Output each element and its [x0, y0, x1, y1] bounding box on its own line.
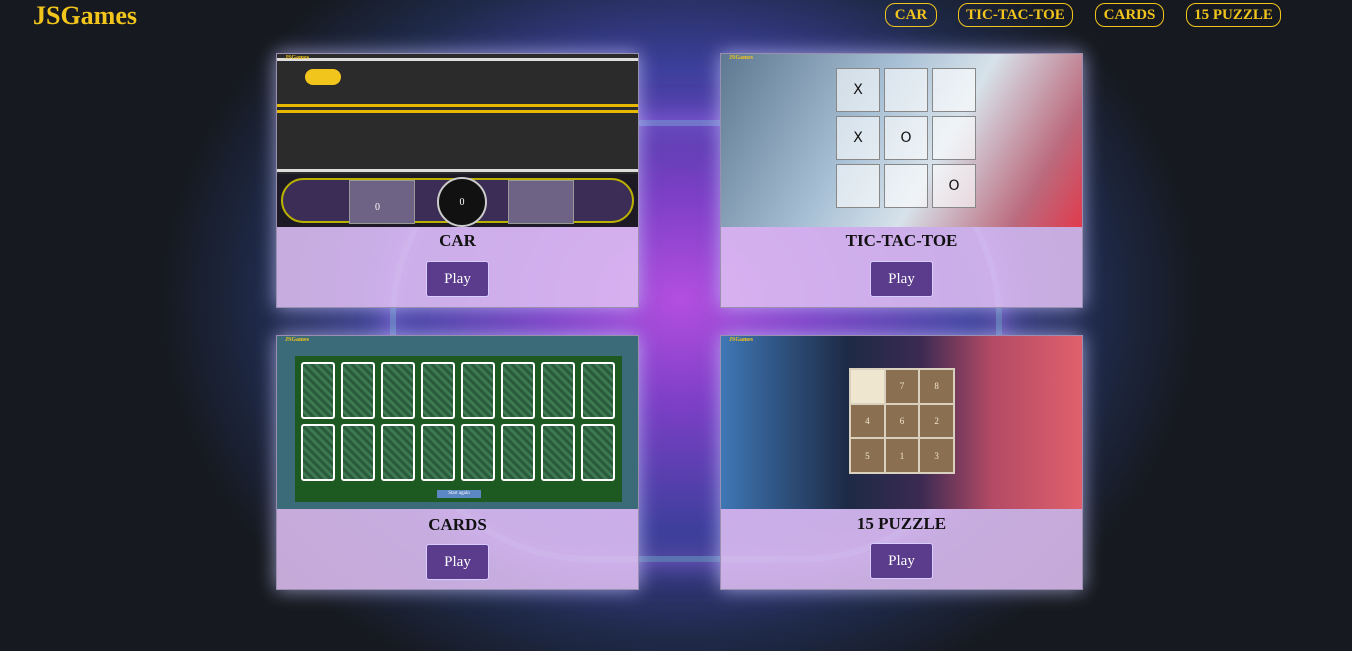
- play-car-button[interactable]: Play: [426, 261, 489, 297]
- car-dashboard: 0 0: [277, 174, 638, 227]
- nav-15-puzzle[interactable]: 15 PUZZLE: [1186, 3, 1281, 27]
- play-15-puzzle-button[interactable]: Play: [870, 543, 933, 579]
- car-thumbnail: JSGames 0 0: [277, 54, 638, 227]
- game-title: CARDS: [428, 515, 487, 534]
- ttt-cell: X: [836, 68, 880, 112]
- thumb-logo: JSGames: [285, 55, 309, 61]
- ttt-cell: [932, 68, 976, 112]
- cards-thumbnail: JSGames Start again: [277, 336, 638, 509]
- game-card-tic-tac-toe: JSGames X X O O TIC-TAC-TOE Play: [720, 53, 1083, 308]
- thumb-logo: JSGames: [285, 337, 309, 343]
- road: [277, 54, 638, 174]
- top-nav: CAR TIC-TAC-TOE CARDS 15 PUZZLE: [0, 3, 1352, 31]
- tic-tac-toe-thumbnail: JSGames X X O O: [721, 54, 1082, 227]
- ttt-board: X X O O: [836, 68, 976, 208]
- ttt-cell: [884, 68, 928, 112]
- game-card-cards: JSGames Start again CARDS Play: [276, 335, 639, 590]
- thumb-logo: JSGames: [729, 337, 753, 343]
- cards-restart-button: Start again: [437, 490, 481, 498]
- puzzle-tile: [851, 370, 884, 403]
- puzzle-tile: 2: [920, 404, 953, 438]
- game-title: CAR: [439, 231, 476, 250]
- nav-car[interactable]: CAR: [885, 3, 937, 27]
- game-card-15-puzzle: JSGames 7 8 4 6 2 5 1 3 15 PUZZLE Play: [720, 335, 1083, 590]
- puzzle-thumbnail: JSGames 7 8 4 6 2 5 1 3: [721, 336, 1082, 509]
- puzzle-tile: 6: [885, 404, 919, 438]
- cards-table: Start again: [295, 356, 622, 502]
- puzzle-tile: 1: [885, 439, 919, 472]
- ttt-cell: [836, 164, 880, 208]
- play-tic-tac-toe-button[interactable]: Play: [870, 261, 933, 297]
- ttt-cell: O: [932, 164, 976, 208]
- ttt-cell: [884, 164, 928, 208]
- nav-cards[interactable]: CARDS: [1095, 3, 1164, 27]
- ttt-cell: [932, 116, 976, 160]
- puzzle-board: 7 8 4 6 2 5 1 3: [849, 368, 955, 474]
- play-cards-button[interactable]: Play: [426, 544, 489, 580]
- speedometer: 0: [437, 177, 487, 227]
- game-title: 15 PUZZLE: [856, 514, 947, 533]
- puzzle-tile: 5: [851, 439, 884, 472]
- puzzle-tile: 7: [885, 370, 919, 403]
- car-score: 0: [375, 202, 380, 213]
- game-title: TIC-TAC-TOE: [845, 231, 958, 250]
- ttt-cell: O: [884, 116, 928, 160]
- puzzle-tile: 4: [851, 404, 884, 438]
- nav-tic-tac-toe[interactable]: TIC-TAC-TOE: [958, 3, 1073, 27]
- ttt-cell: X: [836, 116, 880, 160]
- puzzle-tile: 3: [920, 439, 953, 472]
- game-card-car: JSGames 0 0 CAR Play: [276, 53, 639, 308]
- puzzle-tile: 8: [920, 370, 953, 403]
- thumb-logo: JSGames: [729, 55, 753, 61]
